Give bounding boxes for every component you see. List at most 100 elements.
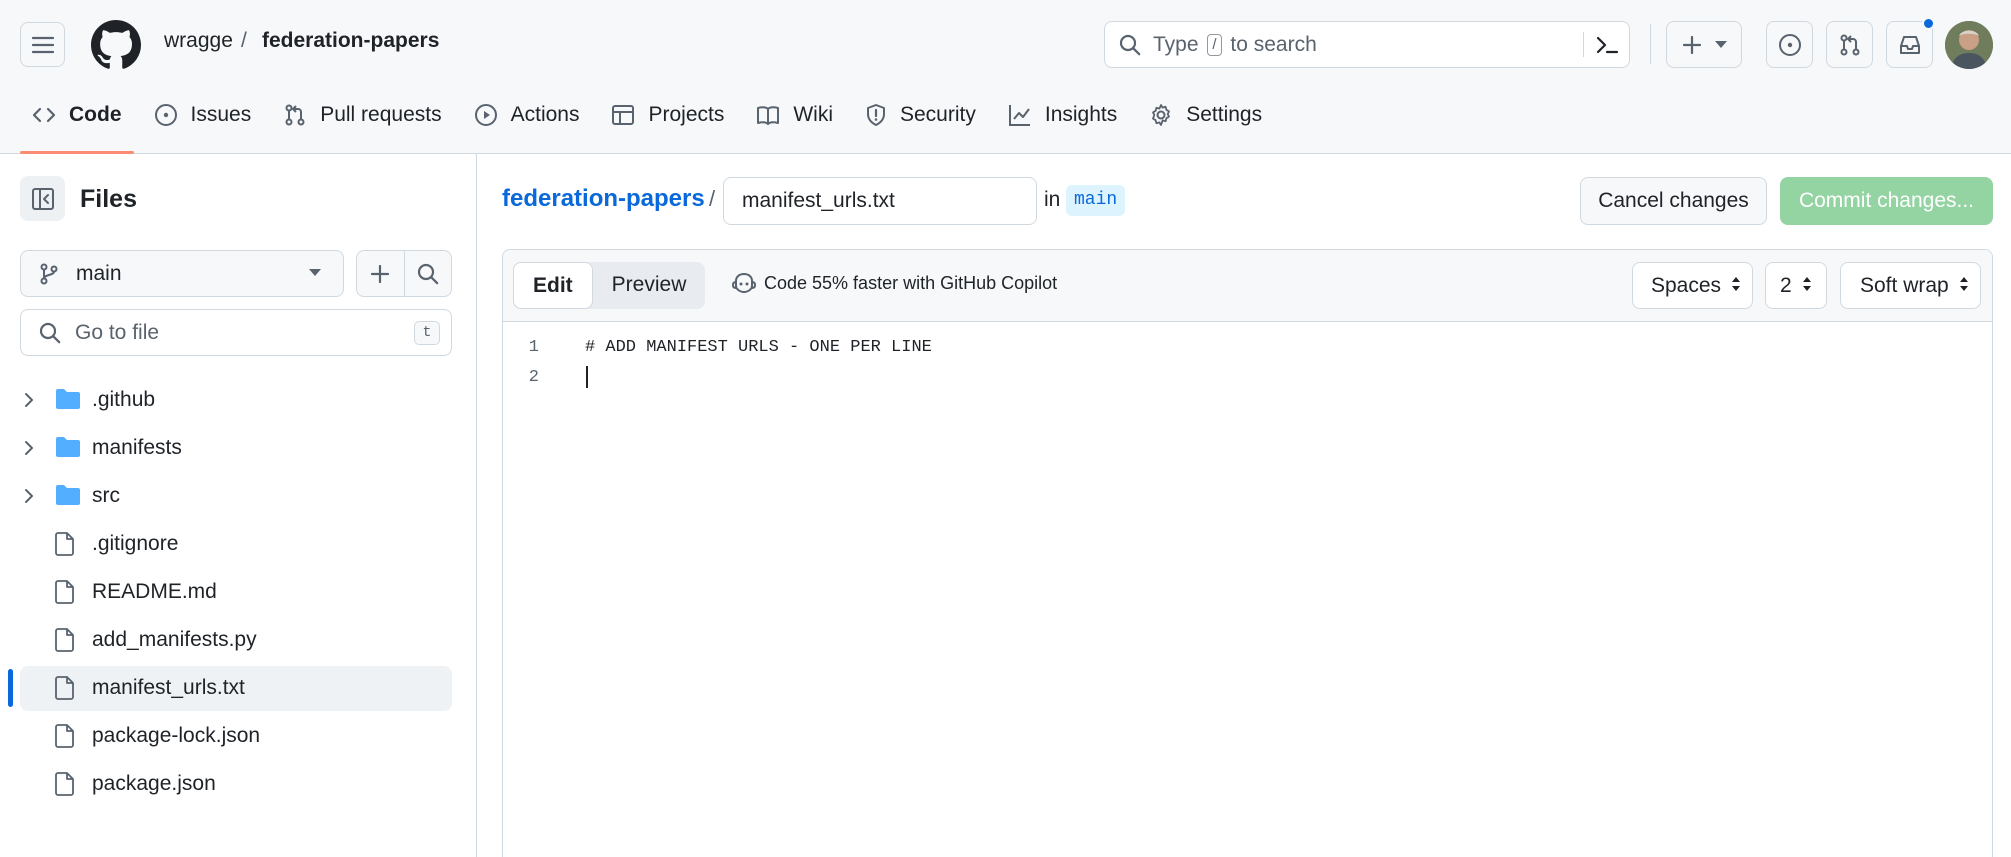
issue-opened-icon <box>154 104 177 126</box>
tab-code[interactable]: Code <box>20 92 133 154</box>
tab-insights[interactable]: Insights <box>1008 92 1117 138</box>
graph-icon <box>1008 105 1030 126</box>
selected-indicator <box>8 669 13 707</box>
cancel-changes-button[interactable]: Cancel changes <box>1580 177 1767 225</box>
path-separator: / <box>709 186 716 211</box>
tree-item-label: manifests <box>92 436 182 459</box>
tab-pull-requests[interactable]: Pull requests <box>283 92 442 138</box>
folder-icon <box>56 389 80 409</box>
notification-indicator <box>1922 17 1935 30</box>
filename-field[interactable] <box>723 177 1037 225</box>
sidebar-title: Files <box>80 185 137 213</box>
repo-link[interactable]: federation-papers <box>502 185 705 213</box>
tab-issues[interactable]: Issues <box>154 92 251 138</box>
search-icon <box>417 263 439 284</box>
triangle-down-icon <box>309 269 321 276</box>
search-input[interactable]: Type / to search <box>1104 21 1630 68</box>
search-divider <box>1583 32 1584 57</box>
github-logo-icon[interactable] <box>91 20 141 70</box>
inbox-icon <box>1899 35 1920 54</box>
chevron-right-icon[interactable] <box>24 440 34 456</box>
collapse-sidebar-button[interactable] <box>20 176 65 221</box>
chevron-right-icon[interactable] <box>24 392 34 408</box>
tree-item-github[interactable]: .github <box>0 376 477 424</box>
tree-item-label: .github <box>92 388 156 411</box>
hamburger-icon <box>31 36 54 53</box>
edit-preview-toggle: Edit Preview <box>513 262 706 309</box>
global-header: wragge / federation-papers Type / to sea… <box>0 0 2011 154</box>
tab-security[interactable]: Security <box>865 92 976 138</box>
tree-item-label: README.md <box>92 580 217 603</box>
search-icon <box>39 322 61 344</box>
branch-badge: main <box>1066 185 1126 216</box>
copilot-promo[interactable]: Code 55% faster with GitHub Copilot <box>732 272 1057 294</box>
indent-mode-select[interactable]: Spaces <box>1632 262 1753 309</box>
tree-item-label: src <box>92 484 120 507</box>
code-editor: Edit Preview Code 55% faster with GitHub… <box>502 249 1993 857</box>
copilot-promo-text: Code 55% faster with GitHub Copilot <box>764 272 1058 293</box>
go-to-file-input[interactable]: Go to file t <box>20 309 452 356</box>
tree-item-gitignore[interactable]: .gitignore <box>0 520 477 568</box>
tab-edit[interactable]: Edit <box>513 262 593 309</box>
commit-changes-button[interactable]: Commit changes... <box>1780 177 1993 225</box>
text-cursor <box>586 366 588 388</box>
breadcrumb-repo[interactable]: federation-papers <box>262 29 439 53</box>
tree-item-add-manifests[interactable]: add_manifests.py <box>0 616 477 664</box>
line-text[interactable]: # ADD MANIFEST URLS - ONE PER LINE <box>585 338 932 357</box>
command-palette-icon[interactable] <box>1595 34 1619 56</box>
tab-preview[interactable]: Preview <box>593 262 706 309</box>
code-icon <box>32 107 56 123</box>
triangle-down-icon <box>1714 40 1727 48</box>
menu-button[interactable] <box>20 22 65 67</box>
file-icon <box>55 772 74 796</box>
pull-requests-button[interactable] <box>1826 21 1873 68</box>
tree-item-readme[interactable]: README.md <box>0 568 477 616</box>
chevron-right-icon[interactable] <box>24 488 34 504</box>
line-number: 2 <box>528 368 539 387</box>
tree-item-label: add_manifests.py <box>92 628 257 651</box>
tab-settings[interactable]: Settings <box>1149 92 1262 138</box>
search-icon <box>1119 34 1141 56</box>
header-divider <box>1650 24 1651 64</box>
issues-button[interactable] <box>1766 21 1813 68</box>
code-area[interactable]: 1 # ADD MANIFEST URLS - ONE PER LINE 2 <box>503 322 1992 392</box>
search-files-button[interactable] <box>405 251 452 296</box>
tree-item-manifest-urls[interactable]: manifest_urls.txt <box>0 664 477 712</box>
branch-selector[interactable]: main <box>20 250 344 297</box>
plus-icon <box>371 264 390 283</box>
git-pull-request-icon <box>285 104 305 126</box>
add-file-button[interactable] <box>357 251 405 296</box>
indent-size-select[interactable]: 2 <box>1765 262 1827 309</box>
filename-input[interactable] <box>724 178 1036 224</box>
file-icon <box>55 628 74 652</box>
tree-item-package-lock[interactable]: package-lock.json <box>0 712 477 760</box>
tree-item-label: package.json <box>92 772 216 795</box>
wrap-mode-select[interactable]: Soft wrap <box>1840 262 1981 309</box>
tab-projects[interactable]: Projects <box>611 92 724 138</box>
file-tree: .github manifests src .gitignore README.… <box>0 376 477 808</box>
tab-actions[interactable]: Actions <box>474 92 579 138</box>
tree-item-package-json[interactable]: package.json <box>0 760 477 808</box>
create-new-button[interactable] <box>1666 21 1742 68</box>
file-icon <box>55 532 74 556</box>
copilot-icon <box>732 272 756 294</box>
tree-item-src[interactable]: src <box>0 472 477 520</box>
tree-item-manifests[interactable]: manifests <box>0 424 477 472</box>
breadcrumb-owner[interactable]: wragge <box>164 29 233 53</box>
search-placeholder: Type / to search <box>1153 33 1317 56</box>
folder-icon <box>56 485 80 505</box>
file-tree-sidebar: Files main Go to file t .github manifest… <box>0 154 477 857</box>
editor-toolbar: Edit Preview Code 55% faster with GitHub… <box>503 250 1992 322</box>
tab-wiki[interactable]: Wiki <box>756 92 833 138</box>
select-arrows-icon <box>1731 277 1740 292</box>
code-line[interactable]: 1 # ADD MANIFEST URLS - ONE PER LINE <box>503 332 1992 362</box>
code-line[interactable]: 2 <box>503 362 1992 392</box>
select-arrows-icon <box>1959 277 1968 292</box>
tree-item-label: .gitignore <box>92 532 179 555</box>
issue-opened-icon <box>1778 33 1801 56</box>
file-icon <box>55 676 74 700</box>
repo-nav: Code Issues Pull requests Actions Projec… <box>0 92 1262 154</box>
git-branch-icon <box>40 263 58 285</box>
branch-name: main <box>76 262 122 285</box>
avatar[interactable] <box>1945 21 1993 69</box>
